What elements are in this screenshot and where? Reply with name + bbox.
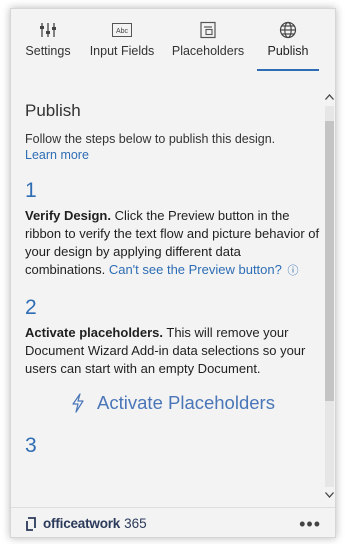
input-field-icon: Abc xyxy=(112,19,132,41)
globe-icon xyxy=(279,19,297,41)
tab-placeholders[interactable]: Placeholders xyxy=(165,9,251,71)
lightning-icon xyxy=(72,393,84,413)
intro-text: Follow the steps below to publish this d… xyxy=(25,131,321,163)
step-1-text: Verify Design. Click the Preview button … xyxy=(25,207,321,280)
settings-sliders-icon xyxy=(39,19,57,41)
step-3-number: 3 xyxy=(25,434,37,457)
step-1-title: Verify Design. xyxy=(25,208,111,223)
step-1-number: 1 xyxy=(25,179,37,202)
tab-input-fields-label: Input Fields xyxy=(89,44,155,58)
learn-more-link[interactable]: Learn more xyxy=(25,148,89,162)
brand-name: officeatwork xyxy=(43,516,121,531)
tab-placeholders-label: Placeholders xyxy=(171,44,245,58)
step-2-title: Activate placeholders. xyxy=(25,325,163,340)
scrollbar-thumb[interactable] xyxy=(325,121,334,401)
placeholder-icon xyxy=(199,19,217,41)
scroll-up-arrow[interactable] xyxy=(324,91,335,103)
taskpane: Settings Abc Input Fields Placeholders P… xyxy=(10,8,336,538)
scroll-down-arrow[interactable] xyxy=(324,489,335,501)
tab-settings[interactable]: Settings xyxy=(17,9,79,71)
tab-publish[interactable]: Publish xyxy=(257,9,319,71)
publish-content: Publish Follow the steps below to publis… xyxy=(25,87,321,505)
tab-bar: Settings Abc Input Fields Placeholders P… xyxy=(11,9,335,71)
preview-help-link[interactable]: Can't see the Preview button? xyxy=(109,262,282,277)
vertical-scrollbar[interactable] xyxy=(324,91,335,501)
tab-input-fields[interactable]: Abc Input Fields xyxy=(79,9,165,71)
chevron-up-icon xyxy=(325,94,334,100)
brand-logo: officeatwork 365 xyxy=(25,516,147,532)
step-2-text: Activate placeholders. This will remove … xyxy=(25,324,321,378)
brand-suffix: 365 xyxy=(124,516,147,531)
activate-placeholders-button[interactable]: Activate Placeholders xyxy=(25,388,321,418)
step-2-number: 2 xyxy=(25,296,37,319)
svg-text:Abc: Abc xyxy=(116,28,129,35)
intro-sentence: Follow the steps below to publish this d… xyxy=(25,132,276,146)
page-title: Publish xyxy=(25,101,81,120)
tab-publish-label: Publish xyxy=(267,44,309,58)
activate-placeholders-label: Activate Placeholders xyxy=(97,392,275,413)
tab-settings-label: Settings xyxy=(25,44,71,58)
officeatwork-logo-icon xyxy=(26,516,36,531)
footer: officeatwork 365 ••• xyxy=(11,507,335,537)
more-options-button[interactable]: ••• xyxy=(299,515,321,533)
chevron-down-icon xyxy=(325,492,334,498)
info-icon[interactable]: ⓘ xyxy=(287,262,298,280)
